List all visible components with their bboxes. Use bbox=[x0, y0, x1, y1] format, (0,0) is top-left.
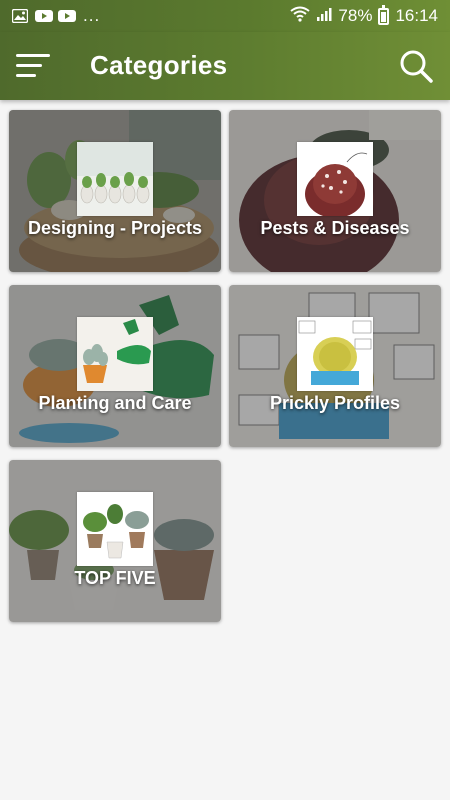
image-icon bbox=[12, 9, 28, 23]
category-card-pests-diseases[interactable]: Pests & Diseases bbox=[229, 110, 441, 272]
category-card-prickly-profiles[interactable]: Prickly Profiles bbox=[229, 285, 441, 447]
status-bar-left: ... bbox=[12, 6, 100, 26]
battery-percent: 78% bbox=[338, 6, 373, 25]
card-thumbnail bbox=[297, 317, 373, 391]
app-bar: Categories bbox=[0, 32, 450, 100]
category-card-planting-care[interactable]: Planting and Care bbox=[9, 285, 221, 447]
search-icon[interactable] bbox=[398, 48, 434, 84]
card-title: TOP FIVE bbox=[74, 568, 156, 588]
hamburger-menu-icon[interactable] bbox=[16, 52, 50, 80]
card-thumbnail bbox=[77, 142, 153, 216]
youtube-icon bbox=[58, 9, 76, 23]
card-thumbnail bbox=[77, 317, 153, 391]
youtube-icon bbox=[35, 9, 53, 23]
status-bar: ... 78% 16:14 bbox=[0, 0, 450, 32]
card-title: Designing - Projects bbox=[27, 218, 203, 238]
wifi-icon bbox=[290, 6, 311, 27]
card-thumbnail bbox=[77, 492, 153, 566]
page-title: Categories bbox=[90, 50, 228, 80]
card-title: Prickly Profiles bbox=[269, 393, 401, 413]
category-card-designing-projects[interactable]: Designing - Projects bbox=[9, 110, 221, 272]
clock: 16:14 bbox=[395, 6, 438, 25]
card-title: Planting and Care bbox=[38, 393, 192, 413]
card-thumbnail bbox=[297, 142, 373, 216]
category-card-top-five[interactable]: TOP FIVE bbox=[9, 460, 221, 622]
card-title: Pests & Diseases bbox=[260, 218, 410, 238]
signal-icon bbox=[316, 6, 332, 27]
battery-icon bbox=[378, 4, 390, 25]
notification-overflow: ... bbox=[83, 6, 101, 25]
status-bar-right: 78% 16:14 bbox=[290, 4, 438, 27]
